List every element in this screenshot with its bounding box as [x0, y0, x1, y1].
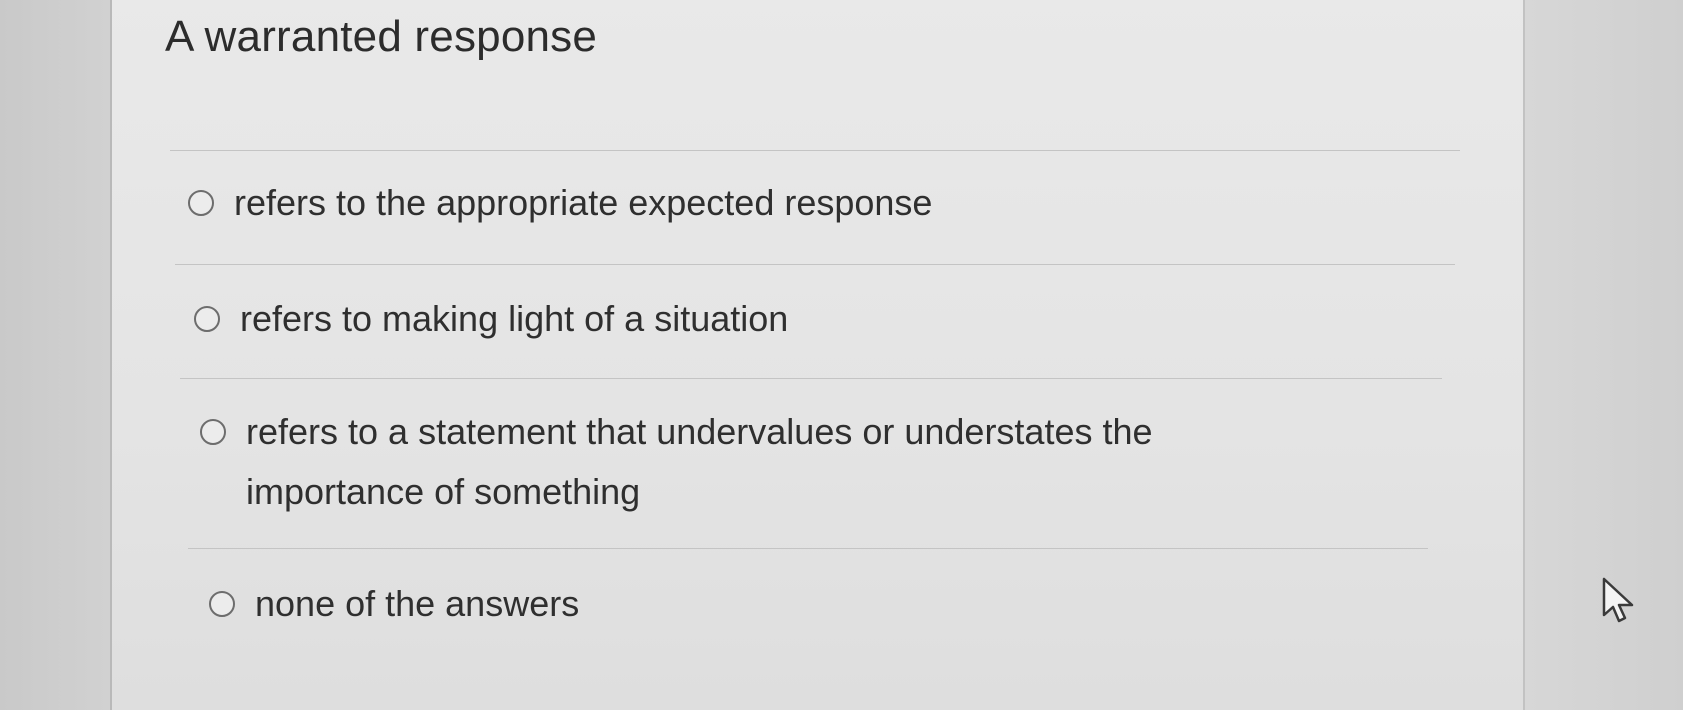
answer-option-4[interactable]: none of the answers [209, 583, 1359, 634]
answer-option-label: none of the answers [255, 583, 580, 624]
radio-unselected-icon[interactable] [200, 419, 226, 445]
question-title: A warranted response [165, 12, 598, 61]
radio-unselected-icon[interactable] [194, 306, 220, 332]
radio-unselected-icon[interactable] [188, 190, 214, 216]
radio-unselected-icon[interactable] [209, 591, 235, 617]
answer-option-3[interactable]: refers to a statement that undervalues o… [200, 411, 1260, 522]
mouse-pointer-icon [1602, 577, 1634, 623]
divider [180, 378, 1442, 379]
answer-option-label: refers to making light of a situation [240, 298, 789, 339]
answer-option-2[interactable]: refers to making light of a situation [194, 298, 1344, 349]
answer-option-label: refers to the appropriate expected respo… [234, 182, 933, 223]
divider [170, 150, 1460, 151]
divider [188, 548, 1428, 549]
answer-option-1[interactable]: refers to the appropriate expected respo… [188, 182, 1338, 233]
answer-option-label: refers to a statement that undervalues o… [246, 411, 1153, 512]
divider [175, 264, 1455, 265]
